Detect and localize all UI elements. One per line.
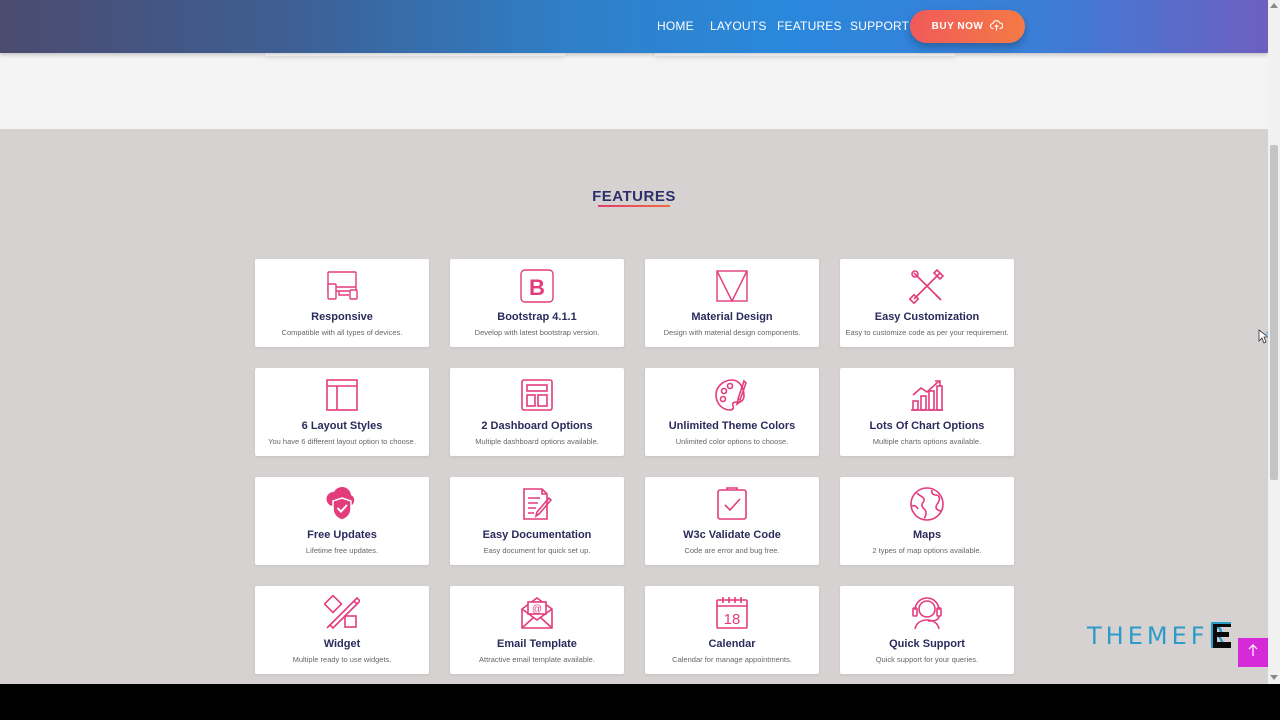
feature-desc: Multiple charts options available.	[872, 437, 982, 446]
feature-desc: Easy document for quick set up.	[483, 546, 591, 555]
page-viewport: HOME LAYOUTS FEATURES SUPPORT BUY NOW FE…	[0, 0, 1268, 684]
feature-desc: Attractive email template available.	[479, 655, 595, 664]
feature-card-material: Material Design Design with material des…	[645, 259, 819, 347]
feature-title: 6 Layout Styles	[301, 420, 383, 432]
feature-desc: Calendar for manage appointments.	[672, 655, 792, 664]
palette-icon	[714, 377, 750, 413]
layout-icon	[324, 377, 360, 413]
feature-title: Material Design	[691, 311, 773, 323]
feature-card-layouts: 6 Layout Styles You have 6 different lay…	[255, 368, 429, 456]
feature-card-responsive: Responsive Compatible with all types of …	[255, 259, 429, 347]
brand-watermark: THEMEFR	[1087, 620, 1231, 652]
feature-title: Lots Of Chart Options	[869, 420, 985, 432]
globe-icon	[909, 486, 945, 522]
top-navbar: HOME LAYOUTS FEATURES SUPPORT BUY NOW	[0, 0, 1268, 53]
checklist-icon	[714, 486, 750, 522]
feature-card-support: Quick Support Quick support for your que…	[840, 586, 1014, 674]
cloud-upload-icon	[990, 18, 1004, 36]
feature-card-bootstrap: B Bootstrap 4.1.1 Develop with latest bo…	[450, 259, 624, 347]
buy-now-label: BUY NOW	[931, 21, 984, 32]
feature-card-maps: Maps 2 types of map options available.	[840, 477, 1014, 565]
feature-title: Unlimited Theme Colors	[668, 420, 796, 432]
headset-icon	[909, 595, 945, 631]
devices-icon	[324, 268, 360, 304]
feature-desc: 2 types of map options available.	[872, 546, 982, 555]
heading-underline	[598, 205, 670, 207]
bootstrap-icon: B	[519, 268, 555, 304]
feature-card-customization: Easy Customization Easy to customize cod…	[840, 259, 1014, 347]
nav-home[interactable]: HOME	[657, 19, 694, 33]
feature-card-dashboards: 2 Dashboard Options Multiple dashboard o…	[450, 368, 624, 456]
feature-title: 2 Dashboard Options	[481, 420, 593, 432]
feature-card-w3c: W3c Validate Code Code are error and bug…	[645, 477, 819, 565]
feature-desc: Compatible with all types of devices.	[281, 328, 403, 337]
calendar-icon: 18	[714, 595, 750, 631]
feature-desc: Multiple ready to use widgets.	[292, 655, 392, 664]
feature-title: Easy Customization	[874, 311, 980, 323]
feature-title: Calendar	[708, 638, 756, 650]
feature-card-email: @ Email Template Attractive email templa…	[450, 586, 624, 674]
feature-card-widget: Widget Multiple ready to use widgets.	[255, 586, 429, 674]
feature-title: Maps	[912, 529, 942, 541]
feature-card-calendar: 18 Calendar Calendar for manage appointm…	[645, 586, 819, 674]
arrow-up-icon	[1247, 643, 1259, 662]
mouse-cursor-icon	[1257, 328, 1268, 346]
document-icon	[519, 486, 555, 522]
feature-title: Email Template	[497, 638, 577, 650]
feature-title: Quick Support	[889, 638, 965, 650]
feature-title: Responsive	[311, 311, 373, 323]
feature-title: Easy Documentation	[482, 529, 592, 541]
feature-card-documentation: Easy Documentation Easy document for qui…	[450, 477, 624, 565]
calendar-day-number: 18	[724, 611, 741, 628]
feature-card-theme-colors: Unlimited Theme Colors Unlimited color o…	[645, 368, 819, 456]
nav-features[interactable]: FEATURES	[777, 19, 842, 33]
buy-now-button[interactable]: BUY NOW	[910, 10, 1025, 43]
feature-desc: Quick support for your queries.	[875, 655, 979, 664]
feature-desc: Develop with latest bootstrap version.	[474, 328, 600, 337]
feature-desc: Unlimited color options to choose.	[675, 437, 789, 446]
vertical-scrollbar[interactable]	[1268, 0, 1280, 684]
nav-layouts[interactable]: LAYOUTS	[710, 19, 767, 33]
scroll-down-arrow-icon[interactable]	[1270, 675, 1278, 680]
feature-desc: Lifetime free updates.	[305, 546, 379, 555]
cloud-shield-icon	[324, 486, 360, 522]
widget-icon	[324, 595, 360, 631]
feature-card-charts: Lots Of Chart Options Multiple charts op…	[840, 368, 1014, 456]
feature-title: Widget	[323, 638, 361, 650]
feature-title: W3c Validate Code	[683, 529, 781, 541]
svg-text:B: B	[529, 275, 545, 300]
dashboard-icon	[519, 377, 555, 413]
scrollbar-thumb[interactable]	[1270, 145, 1278, 480]
scroll-up-arrow-icon[interactable]	[1270, 3, 1278, 8]
feature-desc: Code are error and bug free.	[684, 546, 780, 555]
svg-text:@: @	[532, 604, 542, 615]
feature-desc: You have 6 different layout option to ch…	[268, 437, 416, 446]
scroll-to-top-button[interactable]	[1238, 638, 1268, 667]
chart-icon	[909, 377, 945, 413]
tools-icon	[909, 268, 945, 304]
email-icon: @	[519, 595, 555, 631]
feature-desc: Design with material design components.	[663, 328, 801, 337]
brand-e-logo	[1208, 620, 1234, 650]
feature-title: Bootstrap 4.1.1	[497, 311, 577, 323]
feature-desc: Easy to customize code as per your requi…	[845, 328, 1009, 337]
feature-desc: Multiple dashboard options available.	[475, 437, 599, 446]
features-heading: FEATURES	[592, 188, 676, 205]
feature-card-updates: Free Updates Lifetime free updates.	[255, 477, 429, 565]
feature-title: Free Updates	[307, 529, 377, 541]
material-icon	[714, 268, 750, 304]
nav-support[interactable]: SUPPORT	[850, 19, 909, 33]
